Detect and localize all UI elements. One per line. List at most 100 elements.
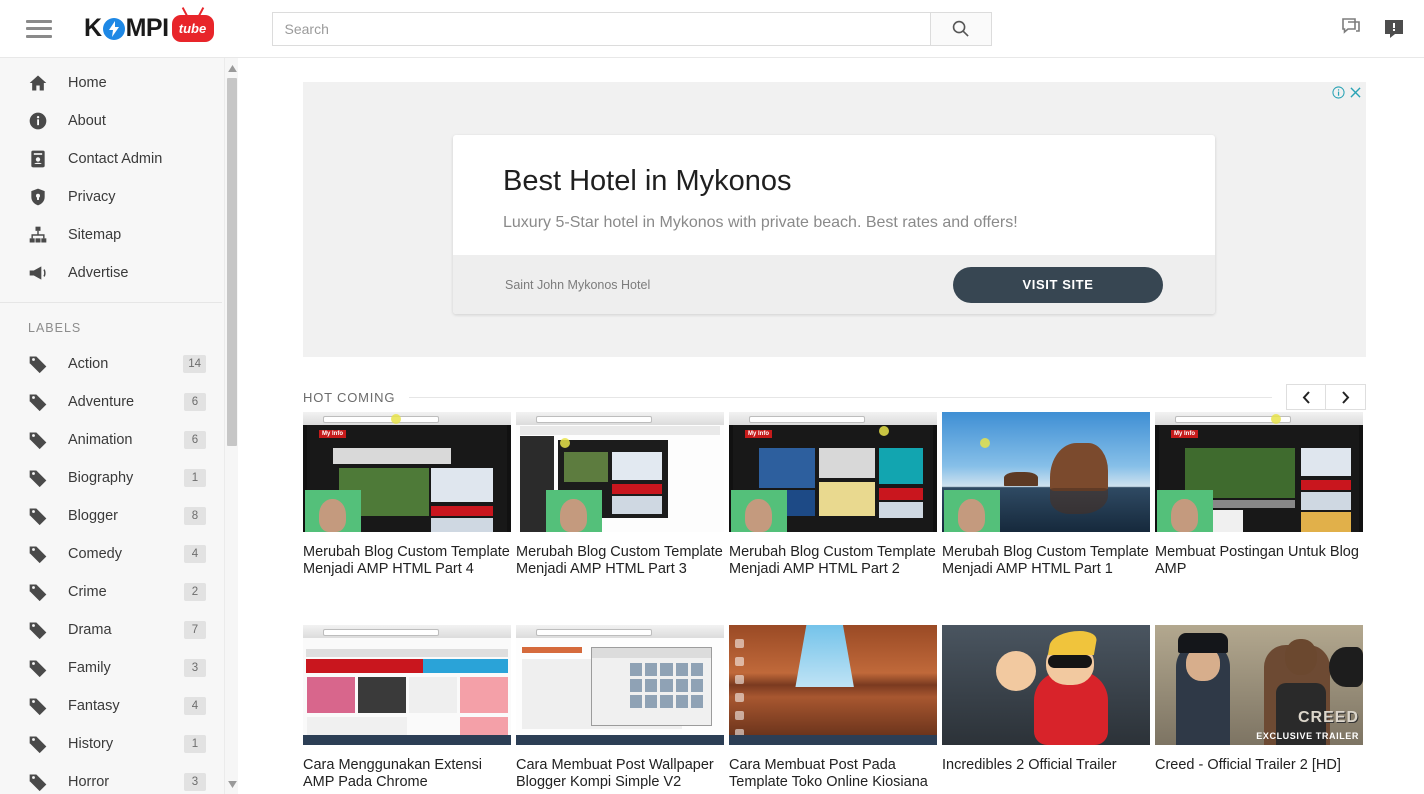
video-thumbnail[interactable]: My Info (729, 412, 937, 532)
label-name: Action (68, 356, 109, 372)
thumb-site-logo: My Info (745, 430, 772, 438)
video-title[interactable]: Cara Menggunakan Extensi AMP Pada Chrome (303, 757, 511, 791)
video-card[interactable]: My Info Membuat Postingan Untuk Blog AMP (1155, 412, 1363, 578)
video-title[interactable]: Merubah Blog Custom Template Menjadi AMP… (303, 544, 511, 578)
sidebar-item-about[interactable]: About (0, 102, 222, 140)
sidebar-scrollbar[interactable] (224, 58, 238, 794)
webcam-overlay (944, 490, 1000, 532)
label-name: Animation (68, 432, 133, 448)
file-picker-dialog (590, 646, 712, 726)
video-card[interactable]: Cara Menggunakan Extensi AMP Pada Chrome (303, 625, 511, 791)
video-thumbnail[interactable]: CREED EXCLUSIVE TRAILER (1155, 625, 1363, 745)
ad-close-icon[interactable] (1350, 87, 1361, 98)
video-thumbnail[interactable]: My Info (1155, 412, 1363, 532)
video-title[interactable]: Cara Membuat Post Pada Template Toko Onl… (729, 757, 937, 791)
thumb-art-amp2: My Info (729, 412, 937, 532)
sidebar-label-adventure[interactable]: Adventure 6 (0, 383, 222, 421)
video-card[interactable]: Cara Membuat Post Pada Template Toko Onl… (729, 625, 937, 791)
hamburger-menu-icon[interactable] (26, 19, 52, 38)
labels-heading: LABELS (28, 321, 82, 335)
megaphone-icon (28, 263, 54, 283)
tag-icon (28, 468, 54, 488)
label-name: History (68, 736, 114, 752)
video-card[interactable]: Cara Membuat Post Wallpaper Blogger Komp… (516, 625, 724, 791)
video-card[interactable]: Merubah Blog Custom Template Menjadi AMP… (942, 412, 1150, 578)
hamburger-bar (26, 34, 52, 38)
taskbar (303, 735, 511, 745)
carousel-prev-button[interactable] (1286, 384, 1326, 410)
search-input[interactable] (271, 11, 930, 46)
sidebar-label-comedy[interactable]: Comedy 4 (0, 535, 222, 573)
tag-icon (28, 544, 54, 564)
search-icon (952, 20, 969, 37)
sidebar-label-drama[interactable]: Drama 7 (0, 611, 222, 649)
taskbar (516, 735, 724, 745)
scrollbar-thumb[interactable] (227, 78, 237, 446)
sidebar-label-family[interactable]: Family 3 (0, 649, 222, 687)
video-card[interactable]: Incredibles 2 Official Trailer (942, 625, 1150, 774)
thumb-art-wallpaper-post (516, 625, 724, 745)
video-thumbnail[interactable] (942, 412, 1150, 532)
ad-visit-site-button[interactable]: VISIT SITE (953, 266, 1163, 303)
site-logo[interactable]: K MPI tube (84, 14, 214, 43)
sidebar-item-sitemap[interactable]: Sitemap (0, 216, 222, 254)
sidebar-label-horror[interactable]: Horror 3 (0, 763, 222, 794)
comments-icon[interactable] (1340, 17, 1364, 41)
video-title[interactable]: Merubah Blog Custom Template Menjadi AMP… (729, 544, 937, 578)
video-thumbnail[interactable] (729, 625, 937, 745)
tag-icon (28, 734, 54, 754)
tag-icon (28, 506, 54, 526)
video-card[interactable]: Merubah Blog Custom Template Menjadi AMP… (516, 412, 724, 578)
search-button[interactable] (929, 11, 992, 46)
sidebar-item-home[interactable]: Home (0, 64, 222, 102)
thumb-site-logo: My Info (319, 430, 346, 438)
sidebar-label-biography[interactable]: Biography 1 (0, 459, 222, 497)
label-count: 1 (184, 735, 206, 753)
sidebar-label-fantasy[interactable]: Fantasy 4 (0, 687, 222, 725)
chevron-left-icon (1302, 390, 1310, 404)
sidebar-label-animation[interactable]: Animation 6 (0, 421, 222, 459)
video-card[interactable]: My Info Merubah Blog Custom Template Men… (729, 412, 937, 578)
label-name: Fantasy (68, 698, 120, 714)
notification-bubble-icon[interactable] (1382, 17, 1406, 41)
label-count: 14 (183, 355, 206, 373)
video-thumbnail[interactable] (516, 625, 724, 745)
label-name: Biography (68, 470, 134, 486)
sidebar-item-advertise[interactable]: Advertise (0, 254, 222, 292)
video-thumbnail[interactable] (516, 412, 724, 532)
home-icon (28, 73, 54, 93)
video-card[interactable]: CREED EXCLUSIVE TRAILER Creed - Official… (1155, 625, 1363, 774)
sidebar-item-contact-admin[interactable]: Contact Admin (0, 140, 222, 178)
webcam-overlay (1157, 490, 1213, 532)
tag-icon (28, 620, 54, 640)
video-title[interactable]: Cara Membuat Post Wallpaper Blogger Komp… (516, 757, 724, 791)
video-thumbnail[interactable] (303, 625, 511, 745)
sidebar-label-history[interactable]: History 1 (0, 725, 222, 763)
scroll-up-arrow-icon[interactable] (225, 60, 239, 76)
logo-tube-badge: tube (171, 15, 214, 42)
carousel-next-button[interactable] (1326, 384, 1366, 410)
video-title[interactable]: Creed - Official Trailer 2 [HD] (1155, 757, 1363, 774)
video-card[interactable]: My Info Merubah Blog Custom Template Men… (303, 412, 511, 578)
sidebar-item-privacy[interactable]: Privacy (0, 178, 222, 216)
label-count: 4 (184, 697, 206, 715)
video-title[interactable]: Merubah Blog Custom Template Menjadi AMP… (516, 544, 724, 578)
sidebar-label-crime[interactable]: Crime 2 (0, 573, 222, 611)
video-title[interactable]: Incredibles 2 Official Trailer (942, 757, 1150, 774)
sidebar-label-action[interactable]: Action 14 (0, 345, 222, 383)
scroll-down-arrow-icon[interactable] (225, 776, 239, 792)
video-title[interactable]: Membuat Postingan Untuk Blog AMP (1155, 544, 1363, 578)
adchoices-info-icon[interactable] (1332, 86, 1345, 99)
video-title[interactable]: Merubah Blog Custom Template Menjadi AMP… (942, 544, 1150, 578)
thumb-art-creed: CREED EXCLUSIVE TRAILER (1155, 625, 1363, 745)
top-header: K MPI tube (0, 0, 1424, 58)
ad-body: Best Hotel in Mykonos Luxury 5-Star hote… (453, 135, 1215, 232)
video-thumbnail[interactable]: My Info (303, 412, 511, 532)
file-thumbnail-grid (629, 663, 704, 708)
sidebar-label-blogger[interactable]: Blogger 8 (0, 497, 222, 535)
section-header: HOT COMING (303, 383, 1366, 411)
webcam-overlay (731, 490, 787, 532)
video-thumbnail[interactable] (942, 625, 1150, 745)
ad-card[interactable]: Best Hotel in Mykonos Luxury 5-Star hote… (453, 135, 1215, 314)
section-title: HOT COMING (303, 389, 396, 405)
